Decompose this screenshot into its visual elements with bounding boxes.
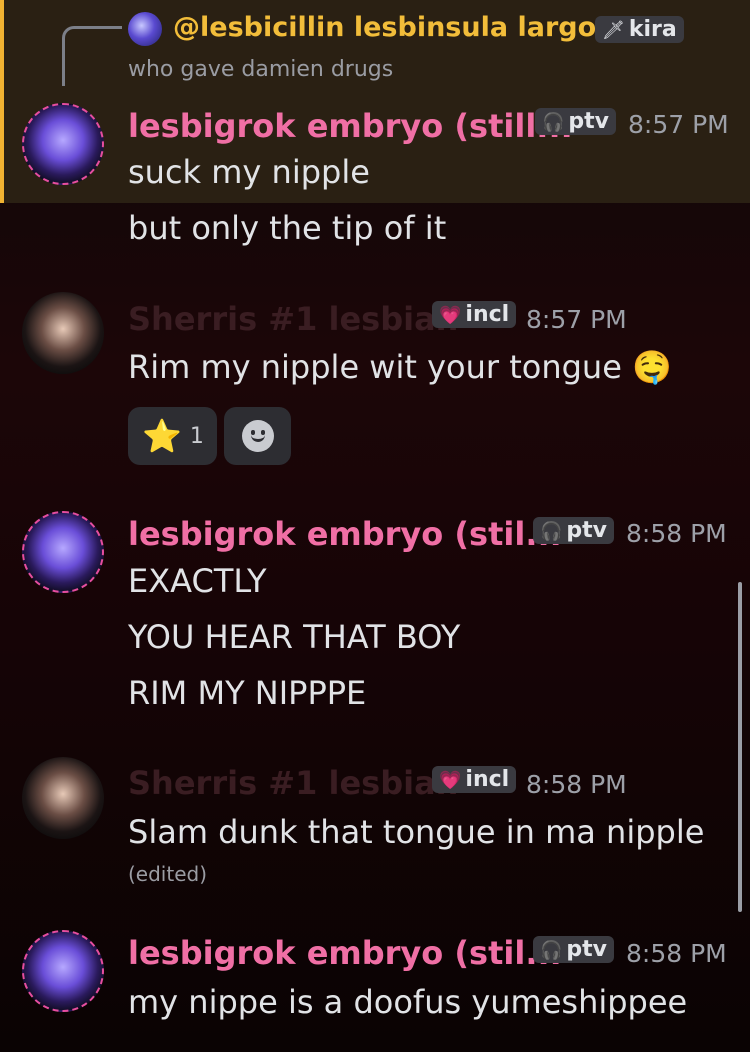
message-timestamp: 8:57 PM <box>628 110 729 139</box>
message-timestamp: 8:58 PM <box>526 770 627 799</box>
reply-connector-line <box>62 26 122 86</box>
add-reaction-button[interactable] <box>224 407 291 465</box>
role-tag: 🎧 ptv <box>535 108 617 135</box>
message-text[interactable]: EXACTLY <box>128 562 266 600</box>
message-timestamp: 8:58 PM <box>626 939 727 968</box>
role-tag: 🎧 ptv <box>533 936 615 963</box>
headset-icon: 🎧 <box>542 112 565 133</box>
message-author[interactable]: Sherris #1 lesbian <box>128 300 458 338</box>
headset-icon: 🎧 <box>540 521 563 542</box>
message-author[interactable]: lesbigrok embryo (still... <box>128 107 573 145</box>
reply-role-tag-label: kira <box>628 17 677 42</box>
heart-icon: 💗 <box>439 305 462 326</box>
scrollbar[interactable] <box>738 582 742 912</box>
star-icon: ⭐ <box>142 417 182 455</box>
message-author[interactable]: Sherris #1 lesbian <box>128 764 458 802</box>
headset-icon: 🎧 <box>540 940 563 961</box>
avatar[interactable] <box>22 292 104 374</box>
message-text[interactable]: Rim my nipple wit your tongue 🤤 <box>128 348 672 386</box>
role-tag: 💗 incl <box>432 766 517 793</box>
message-text[interactable]: suck my nipple <box>128 153 370 191</box>
reply-author[interactable]: @lesbicillin lesbinsula largo <box>173 12 596 43</box>
message-timestamp: 8:57 PM <box>526 305 627 334</box>
message-text[interactable]: YOU HEAR THAT BOY <box>128 618 460 656</box>
role-tag-label: ptv <box>568 109 610 134</box>
reply-avatar[interactable] <box>128 12 162 46</box>
heart-icon: 💗 <box>439 770 462 791</box>
reaction-star[interactable]: ⭐ 1 <box>128 407 217 465</box>
role-tag: 🎧 ptv <box>533 517 615 544</box>
smiley-icon <box>241 420 274 452</box>
sword-icon: 🗡 <box>602 20 625 41</box>
message-text[interactable]: my nippe is a doofus yumeshippee <box>128 983 687 1021</box>
role-tag-label: incl <box>465 767 510 792</box>
message-author[interactable]: lesbigrok embryo (stil... <box>128 934 562 972</box>
avatar[interactable] <box>22 103 104 185</box>
message-author[interactable]: lesbigrok embryo (stil... <box>128 515 562 553</box>
avatar[interactable] <box>22 930 104 1012</box>
role-tag-label: ptv <box>566 937 608 962</box>
mention-highlight-bar <box>0 0 4 203</box>
edited-label: (edited) <box>128 862 208 886</box>
role-tag: 💗 incl <box>432 301 517 328</box>
reaction-count: 1 <box>189 423 204 449</box>
message-timestamp: 8:58 PM <box>626 519 727 548</box>
message-text[interactable]: RIM MY NIPPPE <box>128 674 366 712</box>
message-text[interactable]: but only the tip of it <box>128 209 446 247</box>
role-tag-label: ptv <box>566 518 608 543</box>
message-text[interactable]: Slam dunk that tongue in ma nipple <box>128 813 704 851</box>
reply-preview-text[interactable]: who gave damien drugs <box>128 57 393 82</box>
role-tag-label: incl <box>465 302 510 327</box>
avatar[interactable] <box>22 757 104 839</box>
reply-role-tag: 🗡 kira <box>595 16 684 43</box>
avatar[interactable] <box>22 511 104 593</box>
